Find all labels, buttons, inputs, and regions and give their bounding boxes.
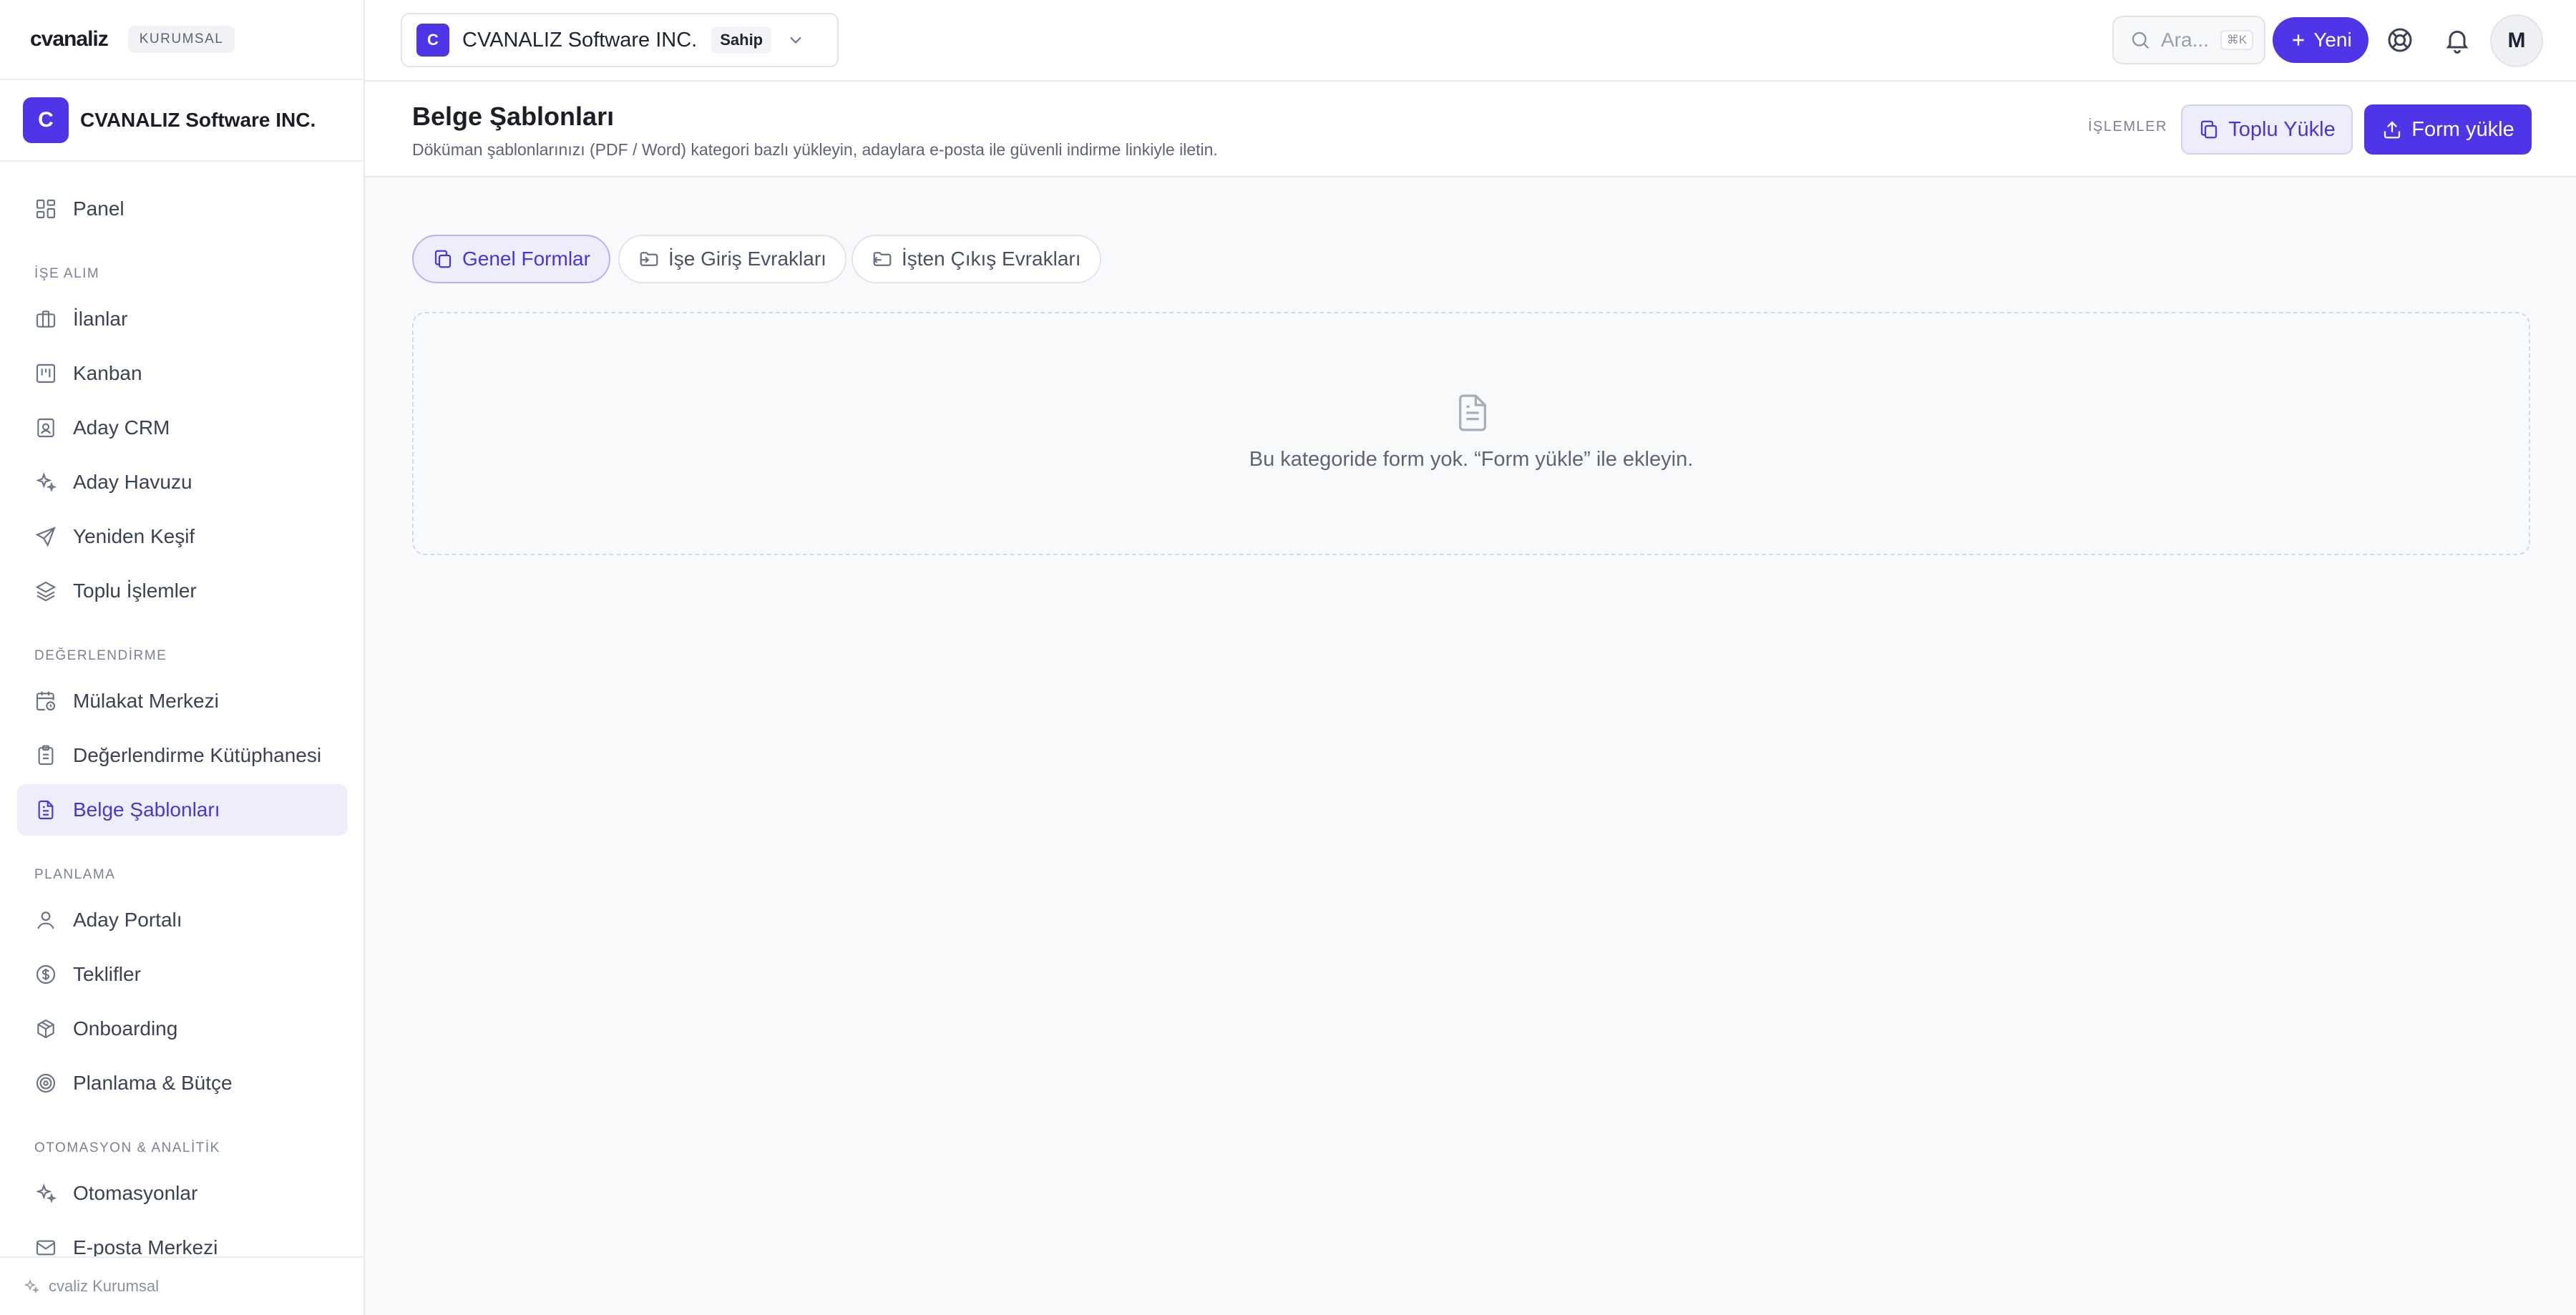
form-upload-button[interactable]: Form yükle <box>2364 104 2532 155</box>
sidebar-item-label: Planlama & Bütçe <box>73 1072 233 1094</box>
tab-label: İşten Çıkış Evrakları <box>902 248 1081 270</box>
role-badge: Sahip <box>711 26 772 54</box>
form-upload-label: Form yükle <box>2411 117 2514 141</box>
new-button-label: Yeni <box>2313 29 2352 51</box>
bulk-upload-label: Toplu Yükle <box>2228 117 2336 141</box>
org-switcher[interactable]: C CVANALIZ Software INC. <box>0 80 364 162</box>
calendar-clock-icon <box>36 691 56 711</box>
plus-icon <box>2293 34 2304 46</box>
sidebar-item-label: Değerlendirme Kütüphanesi <box>73 744 322 766</box>
brand-logo[interactable]: cvanaliz <box>30 27 109 52</box>
tab-onboarding-docs[interactable]: İşe Giriş Evrakları <box>618 235 847 283</box>
bulk-upload-button[interactable]: Toplu Yükle <box>2181 104 2353 155</box>
empty-state-message: Bu kategoride form yok. “Form yükle” ile… <box>1249 448 1694 471</box>
sidebar-item-planlama-butce[interactable]: Planlama & Bütçe <box>17 1057 348 1109</box>
workspace-switcher[interactable]: C CVANALIZ Software INC. Sahip <box>401 13 839 67</box>
workspace-name: CVANALIZ Software INC. <box>462 28 698 52</box>
sidebar-item-onboarding[interactable]: Onboarding <box>17 1003 348 1055</box>
sidebar-item-label: Onboarding <box>73 1017 178 1040</box>
target-icon <box>36 1073 56 1093</box>
sidebar-item-panel[interactable]: Panel <box>17 183 348 235</box>
section-heading-hiring: İŞE ALIM <box>34 266 100 281</box>
sidebar-item-label: Otomasyonlar <box>73 1182 198 1204</box>
footer-text: cvaliz Kurumsal <box>49 1277 160 1295</box>
topbar: C CVANALIZ Software INC. Sahip Ara... ⌘K… <box>365 0 2576 82</box>
search-shortcut: ⌘K <box>2220 30 2254 50</box>
sidebar-item-label: Yeniden Keşif <box>73 525 195 547</box>
sidebar-item-aday-havuzu[interactable]: Aday Havuzu <box>17 456 348 508</box>
sidebar-item-label: Teklifler <box>73 963 141 985</box>
copy-icon <box>434 250 452 268</box>
sidebar-item-toplu-islemler[interactable]: Toplu İşlemler <box>17 565 348 617</box>
search-icon <box>2132 31 2150 49</box>
tab-offboarding-docs[interactable]: İşten Çıkış Evrakları <box>852 235 1101 283</box>
sidebar-item-yeniden-kesif[interactable]: Yeniden Keşif <box>17 511 348 562</box>
plan-badge: KURUMSAL <box>127 26 235 53</box>
page-title: Belge Şablonları <box>412 102 615 131</box>
sidebar-item-label: Toplu İşlemler <box>73 580 197 602</box>
document-icon <box>1459 394 1486 431</box>
sidebar: cvanaliz KURUMSAL C CVANALIZ Software IN… <box>0 0 365 1315</box>
package-icon <box>37 1019 54 1039</box>
section-heading-automation: OTOMASYON & ANALİTİK <box>34 1140 220 1155</box>
new-button[interactable]: Yeni <box>2273 17 2368 63</box>
sidebar-item-kanban[interactable]: Kanban <box>17 348 348 399</box>
sparkles-icon <box>36 472 57 492</box>
tab-label: Genel Formlar <box>462 248 590 270</box>
workspace-avatar: C <box>416 24 449 57</box>
user-icon <box>37 911 54 929</box>
layers-icon <box>35 581 57 602</box>
chevron-down-icon <box>790 36 801 44</box>
sidebar-item-aday-crm[interactable]: Aday CRM <box>17 402 348 454</box>
sidebar-item-label: Panel <box>73 197 125 220</box>
sparkles-icon <box>36 1183 57 1203</box>
section-heading-evaluation: DEĞERLENDİRME <box>34 648 167 663</box>
sidebar-item-otomasyonlar[interactable]: Otomasyonlar <box>17 1168 348 1219</box>
help-lifebuoy-icon[interactable] <box>2386 26 2414 54</box>
upload-icon <box>2384 121 2401 139</box>
org-avatar: C <box>23 97 69 143</box>
user-avatar[interactable]: M <box>2490 14 2543 67</box>
send-icon <box>35 527 56 547</box>
sidebar-item-label: Mülakat Merkezi <box>73 690 219 712</box>
dashboard-icon <box>36 199 56 219</box>
folder-input-icon <box>640 252 658 266</box>
search-input[interactable]: Ara... ⌘K <box>2112 16 2265 64</box>
contact-card-icon <box>37 418 54 438</box>
search-placeholder: Ara... <box>2161 29 2209 51</box>
page-header: Belge Şablonları Döküman şablonlarınızı … <box>365 82 2576 177</box>
brand-row: cvanaliz KURUMSAL <box>0 0 364 80</box>
org-name: CVANALIZ Software INC. <box>80 109 316 131</box>
sidebar-item-label: İlanlar <box>73 308 128 330</box>
sidebar-item-degerlendirme-kutuphanesi[interactable]: Değerlendirme Kütüphanesi <box>17 730 348 781</box>
dollar-circle-icon <box>36 964 56 984</box>
sidebar-item-belge-sablonlari[interactable]: Belge Şablonları <box>17 784 348 836</box>
document-icon <box>38 800 54 820</box>
tab-general-forms[interactable]: Genel Formlar <box>412 235 610 283</box>
sidebar-item-label: Belge Şablonları <box>73 798 220 821</box>
folder-output-icon <box>873 252 892 266</box>
briefcase-icon <box>36 311 56 328</box>
kanban-icon <box>36 363 56 383</box>
sparkles-icon <box>24 1279 40 1294</box>
tab-label: İşe Giriş Evrakları <box>668 248 826 270</box>
sidebar-item-label: Aday Havuzu <box>73 471 192 493</box>
page-subtitle: Döküman şablonlarınızı (PDF / Word) kate… <box>412 140 1218 159</box>
sidebar-footer: cvaliz Kurumsal <box>0 1256 364 1315</box>
sidebar-item-teklifler[interactable]: Teklifler <box>17 949 348 1000</box>
copy-icon <box>2201 120 2218 139</box>
section-heading-planning: PLANLAMA <box>34 867 116 882</box>
sidebar-item-ilanlar[interactable]: İlanlar <box>17 293 348 345</box>
sidebar-item-label: Aday Portalı <box>73 909 182 931</box>
sidebar-item-mulakat[interactable]: Mülakat Merkezi <box>17 675 348 727</box>
clipboard-icon <box>38 745 54 766</box>
sidebar-item-label: Aday CRM <box>73 416 170 439</box>
actions-label: İŞLEMLER <box>2088 119 2167 135</box>
empty-state: Bu kategoride form yok. “Form yükle” ile… <box>412 312 2530 555</box>
sidebar-item-aday-portali[interactable]: Aday Portalı <box>17 894 348 946</box>
sidebar-item-label: Kanban <box>73 362 142 384</box>
bell-icon[interactable] <box>2443 26 2472 54</box>
